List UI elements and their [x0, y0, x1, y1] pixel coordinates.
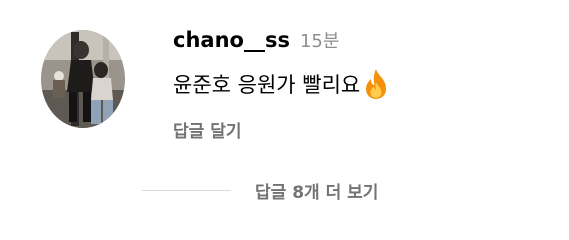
replies-divider-line: [142, 189, 231, 191]
fire-icon: [362, 68, 390, 100]
comment-body: 윤준호 응원가 빨리요: [173, 73, 361, 97]
avatar[interactable]: [41, 30, 125, 128]
username-link[interactable]: chano__ss: [173, 28, 290, 52]
avatar-photo: [41, 30, 125, 128]
view-more-replies-button[interactable]: 답글 8개 더 보기: [142, 176, 378, 204]
comment-text: 윤준호 응원가 빨리요: [173, 69, 390, 99]
comment-item: chano__ss 15분 윤준호 응원가 빨리요 답글 달기: [0, 0, 569, 160]
view-more-replies-label: 답글 8개 더 보기: [255, 182, 379, 203]
reply-button[interactable]: 답글 달기: [173, 117, 241, 142]
comment-meta: chano__ss 15분: [173, 27, 339, 53]
timestamp: 15분: [299, 31, 340, 52]
